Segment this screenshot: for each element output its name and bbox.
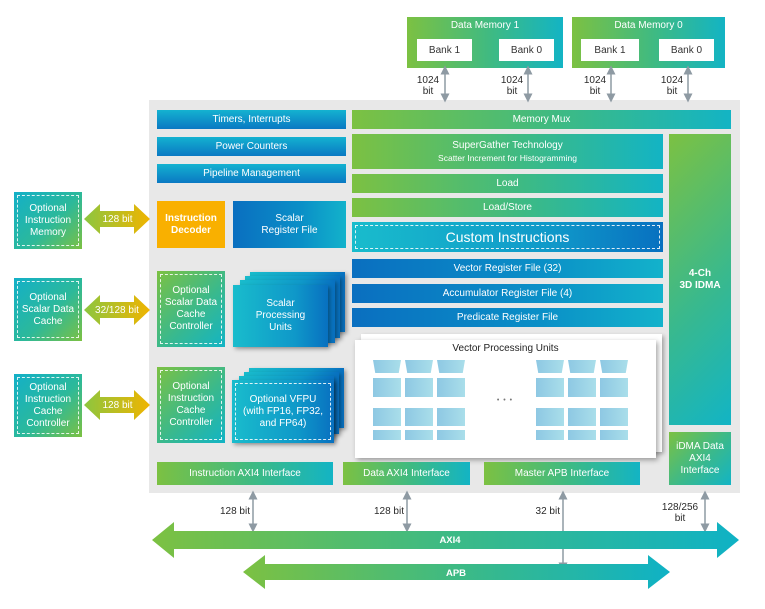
text-line: Scalar Data [21,303,75,315]
vpu-lane-tile [536,360,564,373]
text-line: Optional [29,291,67,303]
optional-instruction-memory: Optional Instruction Memory [14,192,82,249]
vpu-lane-tile [437,360,465,373]
vpu-ellipsis: • • • [496,397,514,404]
text-line: Instruction [24,393,72,405]
scalar-processing-units: Scalar Processing Units [233,285,328,347]
vpu-lane-tile [536,378,564,397]
text-line: Cache [176,405,206,416]
supergather-subtitle: Scatter Increment for Histogramming [438,152,577,163]
pipeline-management: Pipeline Management [157,164,346,183]
vpu-lane-tile [405,430,433,440]
text-line: Decoder [170,224,211,236]
optional-vfpu: Optional VFPU (with FP16, FP32, and FP64) [232,380,334,443]
vector-register-file: Vector Register File (32) [352,259,663,278]
load: Load [352,174,663,193]
supergather-technology: SuperGather Technology Scatter Increment… [352,134,663,169]
bus-link-label: 32 bit [535,506,560,517]
vpu-lane-tile [437,378,465,397]
idma-data-axi4-interface: iDMA Data AXI4 Interface [669,432,731,485]
vpu-lane-tile [405,408,433,426]
text-line: Controller [26,417,70,429]
text-line: Instruction [167,393,215,404]
text-line: 3D IDMA [679,279,721,291]
text-line: AXI4 [689,452,711,464]
optional-scalar-data-cache: Optional Scalar Data Cache [14,278,82,341]
external-link-label: 128 bit [102,213,133,225]
text-line: Scalar Data [164,297,218,308]
vpu-lane-tile [568,360,596,373]
optional-instruction-cache-controller: Optional Instruction Cache Controller [14,374,82,437]
text-line: Instruction [24,214,72,226]
4ch-3d-idma: 4-Ch 3D IDMA [669,134,731,425]
text-line: Units [269,322,292,333]
text-line: Optional [172,285,210,296]
text-line: Scalar [275,212,304,224]
axi4-bus-label: AXI4 [439,534,461,546]
text-line: Cache [176,309,206,320]
supergather-title: SuperGather Technology [452,139,563,151]
text-line: Optional [29,381,67,393]
width-value: 128/256 [661,502,699,513]
accumulator-register-file: Accumulator Register File (4) [352,284,663,303]
bus-link-label: 128 bit [373,506,404,517]
memory-mux: Memory Mux [352,110,731,129]
text-line: (with FP16, FP32, [242,405,324,417]
data-axi4-interface: Data AXI4 Interface [343,462,470,485]
custom-instructions: Custom Instructions [352,222,663,252]
timers-interrupts: Timers, Interrupts [157,110,346,129]
vpu-lane-tile [405,360,433,373]
vector-processing-units: Vector Processing Units • • • [355,340,656,458]
vpu-lane-tile [373,408,401,426]
text-line: Instruction [165,212,217,224]
vpu-lane-tile [568,408,596,426]
text-line: Controller [169,417,213,428]
vpu-lane-tile [568,378,596,397]
text-line: Cache [33,315,63,327]
width-unit: bit [674,513,686,524]
vpu-lane-tile [600,360,628,373]
instruction-axi4-interface: Instruction AXI4 Interface [157,462,333,485]
optional-scalar-data-cache-controller: Optional Scalar Data Cache Controller [157,271,225,347]
vpu-lane-tile [600,378,628,397]
text-line: and FP64) [259,417,307,429]
apb-bus-label: APB [445,567,467,579]
vpu-lane-tile [536,430,564,440]
vpu-lane-tile [437,430,465,440]
text-line: Cache [33,405,63,417]
optional-instruction-cache-controller-internal: Optional Instruction Cache Controller [157,367,225,443]
vpu-lane-tile [405,378,433,397]
text-line: Optional [172,381,210,392]
text-line: Register File [261,224,318,236]
load-store: Load/Store [352,198,663,217]
vpu-lane-tile [536,408,564,426]
text-line: 4-Ch [688,267,712,279]
text-line: Controller [169,321,213,332]
text-line: Interface [680,464,720,476]
scalar-register-file: Scalar Register File [233,201,346,248]
vpu-title: Vector Processing Units [452,343,559,354]
vpu-lane-tile [373,378,401,397]
text-line: Optional VFPU [249,393,317,405]
power-counters: Power Counters [157,137,346,156]
instruction-decoder: Instruction Decoder [157,201,225,248]
text-line: Scalar [266,298,295,309]
text-line: Optional [29,202,67,214]
predicate-register-file: Predicate Register File [352,308,663,327]
vpu-lane-tile [373,430,401,440]
vpu-lane-tile [373,360,401,373]
master-apb-interface: Master APB Interface [484,462,640,485]
vpu-lane-tile [600,408,628,426]
bus-link-label: 128 bit [219,506,250,517]
vpu-lane-tile [437,408,465,426]
vpu-lane-tile [600,430,628,440]
text-line: Processing [255,310,306,321]
external-link-label: 32/128 bit [95,304,139,316]
vpu-lane-tile [568,430,596,440]
text-line: iDMA Data [676,440,724,452]
bus-link-label: 128/256 bit [658,502,702,524]
external-link-label: 128 bit [102,399,133,411]
text-line: Memory [29,226,67,238]
